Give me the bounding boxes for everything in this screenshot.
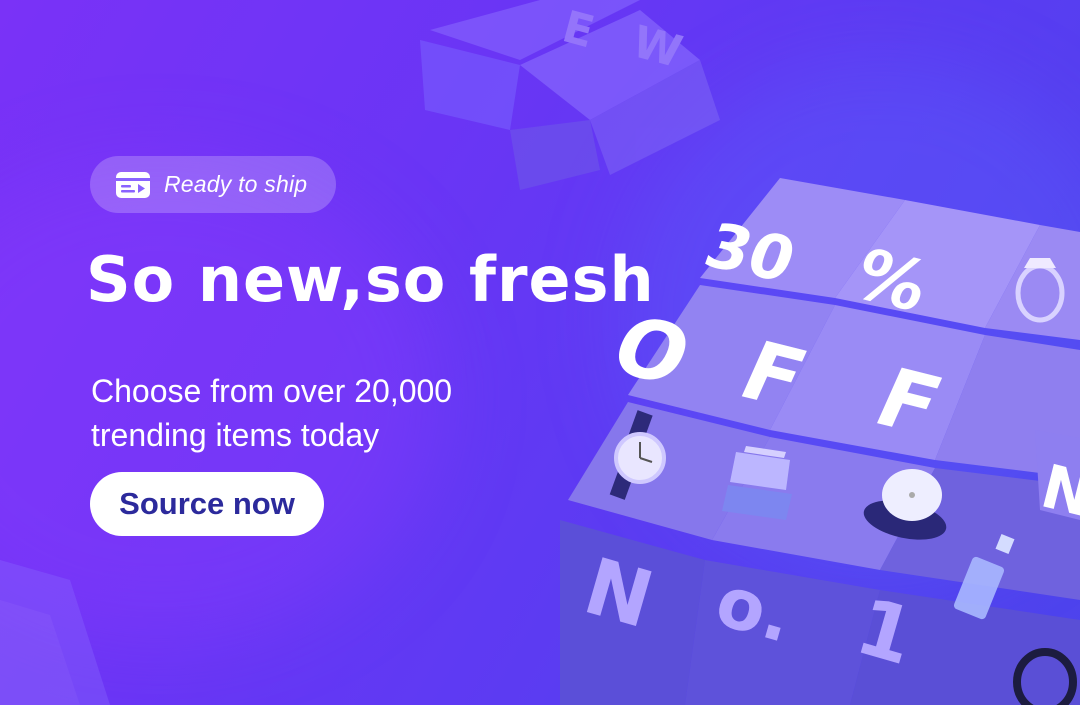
headline: So new,so fresh [86,243,655,316]
top-cube: E W [420,0,720,190]
ready-to-ship-badge[interactable]: Ready to ship [90,156,336,213]
shipping-box-icon [114,169,152,201]
bottom-left-cube [0,560,110,705]
cube-artwork: E W 30 % O F F N o. 1 N [0,0,1080,705]
promo-banner[interactable]: E W 30 % O F F N o. 1 N Ready to ship So… [0,0,1080,705]
badge-label: Ready to ship [164,171,308,197]
subheadline-line-2: trending items today [91,417,380,453]
subheadline-line-1: Choose from over 20,000 [91,373,453,409]
source-now-button[interactable]: Source now [90,472,324,536]
